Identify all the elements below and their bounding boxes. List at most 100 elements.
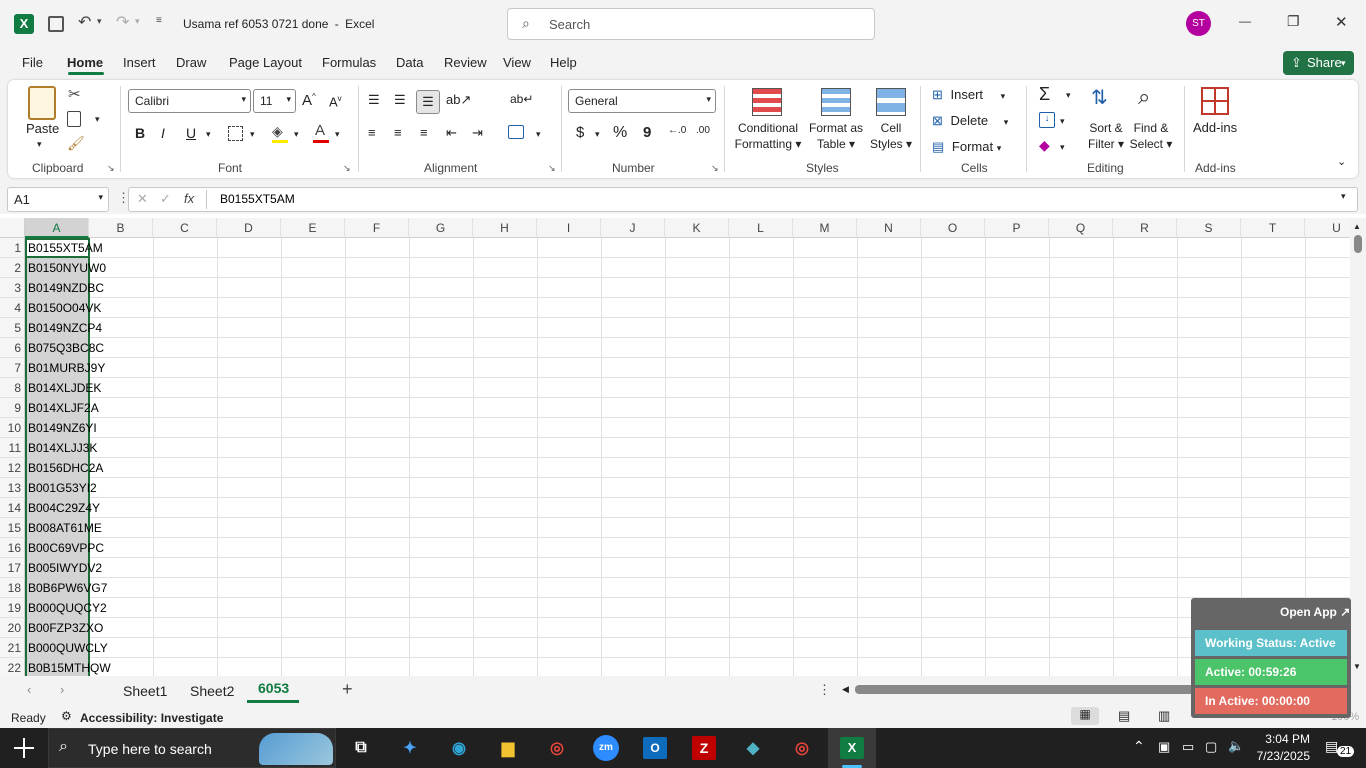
decrease-decimal-icon[interactable]: .00 — [696, 125, 710, 136]
font-color-icon[interactable]: A — [315, 122, 325, 139]
column-header-r[interactable]: R — [1113, 218, 1177, 238]
column-header-k[interactable]: K — [665, 218, 729, 238]
clipboard-launcher-icon[interactable]: ↘ — [107, 163, 115, 174]
align-top-icon[interactable]: ☰ — [368, 92, 380, 108]
horizontal-scrollbar-thumb[interactable] — [855, 685, 1200, 694]
cell-styles-icon[interactable] — [876, 88, 906, 116]
column-header-d[interactable]: D — [217, 218, 281, 238]
column-header-n[interactable]: N — [857, 218, 921, 238]
column-header-a[interactable]: A — [25, 218, 89, 238]
copy-dropdown-icon[interactable]: ▾ — [95, 114, 100, 125]
network-icon[interactable]: ▢ — [1205, 739, 1217, 755]
increase-decimal-icon[interactable]: ←.0 — [668, 125, 686, 136]
cell-a18[interactable]: B0B6PW6VG7 — [25, 578, 107, 598]
zoom-app-icon[interactable]: zm — [591, 734, 621, 762]
delete-cells-button[interactable]: ⊠ Delete ▾ — [932, 113, 1008, 129]
cell-a22[interactable]: B0B15MTHQW — [25, 658, 111, 676]
number-format-combo[interactable]: General ▾ — [568, 89, 716, 113]
row-header-12[interactable]: 12 — [0, 458, 25, 478]
column-header-l[interactable]: L — [729, 218, 793, 238]
format-as-table-icon[interactable] — [821, 88, 851, 116]
bold-button[interactable]: B — [135, 125, 145, 141]
tab-formulas[interactable]: Formulas — [322, 55, 376, 70]
cell-a16[interactable]: B00C69VPPC — [25, 538, 104, 558]
windows-start-icon[interactable] — [14, 738, 34, 758]
cell-a1[interactable]: B0155XT5AM — [25, 238, 103, 258]
customize-qat-icon[interactable]: ≡ — [156, 15, 162, 26]
italic-button[interactable]: I — [161, 125, 165, 141]
tray-chevron-icon[interactable]: ⌃ — [1133, 738, 1145, 755]
increase-indent-icon[interactable]: ⇥ — [472, 125, 483, 141]
file-explorer-icon[interactable]: ▆ — [493, 734, 523, 762]
add-sheet-button[interactable]: + — [342, 679, 353, 700]
row-header-22[interactable]: 22 — [0, 658, 25, 676]
number-launcher-icon[interactable]: ↘ — [711, 163, 719, 174]
column-header-p[interactable]: P — [985, 218, 1049, 238]
column-header-b[interactable]: B — [89, 218, 153, 238]
meet-now-icon[interactable]: ▣ — [1158, 739, 1170, 755]
cell-a8[interactable]: B014XLJDEK — [25, 378, 101, 398]
cell-a2[interactable]: B0150NYUW0 — [25, 258, 106, 278]
column-header-c[interactable]: C — [153, 218, 217, 238]
page-break-view-icon[interactable]: ▥ — [1158, 708, 1170, 724]
wrap-text-icon[interactable]: ab↵ — [510, 92, 533, 106]
add-ins-button[interactable]: Add-ins — [1193, 120, 1237, 136]
cell-a11[interactable]: B014XLJJ3K — [25, 438, 97, 458]
expand-formula-icon[interactable]: ▾ — [1341, 191, 1346, 202]
font-color-dropdown-icon[interactable]: ▾ — [335, 129, 340, 140]
cut-icon[interactable]: ✂ — [68, 85, 81, 103]
column-header-i[interactable]: I — [537, 218, 601, 238]
fill-dropdown-icon[interactable]: ▾ — [1060, 116, 1065, 127]
fill-icon[interactable]: ↓ — [1039, 112, 1055, 128]
column-header-u[interactable]: U — [1305, 218, 1350, 238]
row-header-13[interactable]: 13 — [0, 478, 25, 498]
column-header-e[interactable]: E — [281, 218, 345, 238]
column-header-o[interactable]: O — [921, 218, 985, 238]
taskbar-search-box[interactable]: ⌕ Type here to search — [48, 728, 336, 768]
select-all-corner[interactable] — [0, 218, 25, 238]
cell-a9[interactable]: B014XLJF2A — [25, 398, 99, 418]
currency-dropdown-icon[interactable]: ▾ — [595, 129, 600, 140]
row-header-9[interactable]: 9 — [0, 398, 25, 418]
next-sheet-icon[interactable]: › — [60, 682, 64, 697]
align-bottom-icon[interactable]: ☰ — [416, 90, 440, 114]
scroll-down-icon[interactable]: ▼ — [1353, 662, 1361, 671]
row-header-10[interactable]: 10 — [0, 418, 25, 438]
increase-font-icon[interactable]: A^ — [302, 92, 316, 109]
comma-button[interactable]: 9 — [643, 124, 651, 141]
hscroll-left-icon[interactable]: ◀ — [842, 684, 849, 695]
currency-button[interactable]: $ — [576, 124, 584, 141]
row-header-5[interactable]: 5 — [0, 318, 25, 338]
tab-home[interactable]: Home — [67, 55, 103, 70]
column-header-f[interactable]: F — [345, 218, 409, 238]
fill-dropdown-icon[interactable]: ▾ — [294, 129, 299, 140]
close-button[interactable]: ✕ — [1335, 13, 1348, 31]
borders-icon[interactable] — [228, 126, 243, 141]
cell-a15[interactable]: B008AT61ME — [25, 518, 102, 538]
align-center-icon[interactable]: ≡ — [394, 125, 402, 140]
accessibility-status[interactable]: Accessibility: Investigate — [80, 711, 223, 725]
column-header-g[interactable]: G — [409, 218, 473, 238]
clock[interactable]: 3:04 PM 7/23/2025 — [1254, 731, 1310, 765]
cell-a7[interactable]: B01MURBJ9Y — [25, 358, 105, 378]
excel-taskbar-icon[interactable]: X — [837, 734, 867, 762]
page-layout-view-icon[interactable]: ▤ — [1118, 708, 1130, 724]
cell-a21[interactable]: B000QUWCLY — [25, 638, 108, 658]
find-select-icon[interactable]: ⌕ — [1138, 84, 1150, 110]
save-icon[interactable] — [48, 16, 64, 32]
cell-a19[interactable]: B000QUQCY2 — [25, 598, 107, 618]
sort-filter-icon[interactable]: ⇅ — [1091, 85, 1108, 110]
formula-input[interactable]: B0155XT5AM — [220, 192, 295, 206]
prev-sheet-icon[interactable]: ‹ — [27, 682, 31, 697]
column-header-t[interactable]: T — [1241, 218, 1305, 238]
align-left-icon[interactable]: ≡ — [368, 125, 376, 140]
merge-center-icon[interactable] — [508, 125, 524, 139]
row-header-4[interactable]: 4 — [0, 298, 25, 318]
copilot-icon[interactable]: ✦ — [395, 734, 425, 762]
alignment-launcher-icon[interactable]: ↘ — [548, 163, 556, 174]
merge-dropdown-icon[interactable]: ▾ — [536, 129, 541, 140]
format-as-table-label[interactable]: Format as Table ▾ — [806, 120, 866, 152]
row-header-6[interactable]: 6 — [0, 338, 25, 358]
chrome-profile-icon[interactable]: ◎ — [787, 734, 817, 762]
cell-a4[interactable]: B0150O04VK — [25, 298, 101, 318]
